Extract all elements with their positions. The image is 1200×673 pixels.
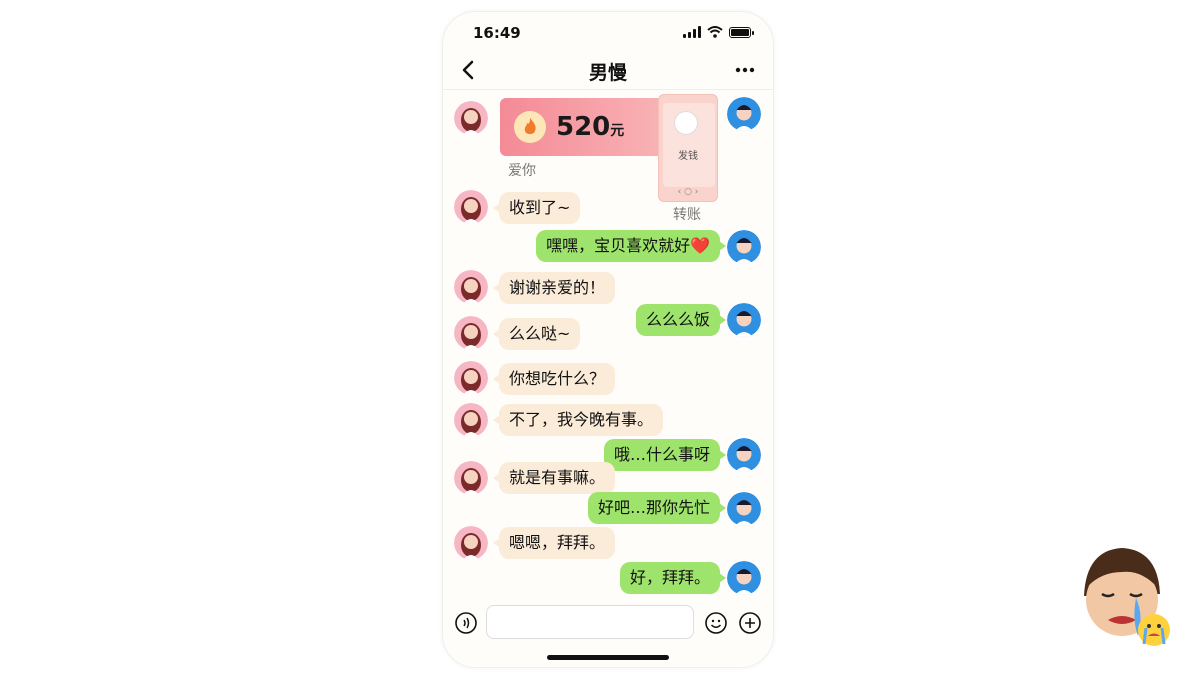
phone-nav-icons: ‹ ○ › xyxy=(677,187,699,197)
message-bubble[interactable]: 你想吃什么？ xyxy=(492,363,616,395)
transfer-caption: 转账 xyxy=(673,207,701,223)
plus-icon[interactable] xyxy=(739,612,761,634)
girl-avatar[interactable] xyxy=(454,316,488,350)
signal-icon xyxy=(683,26,701,38)
message-bubble[interactable]: 嗯嗯，拜拜。 xyxy=(492,527,616,559)
packet-caption: 爱你 xyxy=(508,163,536,179)
boy-avatar[interactable] xyxy=(727,303,761,337)
message-bubble[interactable]: 收到了~ xyxy=(492,192,581,224)
girl-avatar[interactable] xyxy=(454,270,488,304)
input-bar xyxy=(443,602,773,646)
red-packet-card[interactable]: 520元 xyxy=(500,98,680,156)
message-bubble[interactable]: 好，拜拜。 xyxy=(619,562,727,594)
boy-avatar[interactable] xyxy=(727,97,761,131)
boy-avatar[interactable] xyxy=(727,438,761,472)
chat-title: 男慢 xyxy=(588,62,627,84)
girl-avatar[interactable] xyxy=(454,403,488,437)
fire-icon xyxy=(514,111,546,143)
message-bubble[interactable]: 好吧…那你先忙 xyxy=(587,492,727,524)
status-bar: 16:49 xyxy=(443,22,773,46)
girl-avatar[interactable] xyxy=(454,461,488,495)
more-icon[interactable] xyxy=(733,58,757,82)
person-icon xyxy=(674,111,698,135)
phone-frame: 16:49 男慢 520元 爱你 发钱 ‹ ○ › 转账 收到了~ 嘿嘿，宝贝喜… xyxy=(443,12,773,667)
message-bubble[interactable]: 么么么饭 xyxy=(635,304,727,336)
wifi-icon xyxy=(707,26,723,38)
message-input[interactable] xyxy=(486,605,694,639)
voice-icon[interactable] xyxy=(455,612,477,634)
transfer-label: 发钱 xyxy=(678,151,698,162)
status-icons xyxy=(683,26,754,38)
boy-avatar[interactable] xyxy=(727,561,761,595)
message-bubble[interactable]: 不了，我今晚有事。 xyxy=(492,404,664,436)
home-indicator xyxy=(547,655,669,660)
message-bubble[interactable]: 嘿嘿，宝贝喜欢就好❤️ xyxy=(536,230,726,262)
transfer-card[interactable]: 发钱 ‹ ○ › xyxy=(658,94,718,202)
emoji-icon[interactable] xyxy=(705,612,727,634)
boy-avatar[interactable] xyxy=(727,230,761,264)
message-bubble[interactable]: 谢谢亲爱的！ xyxy=(492,272,616,304)
message-bubble[interactable]: 就是有事嘛。 xyxy=(492,462,616,494)
status-time: 16:49 xyxy=(473,24,521,42)
message-bubble[interactable]: 哦…什么事呀 xyxy=(603,439,727,471)
packet-unit: 元 xyxy=(610,123,625,139)
packet-amount: 520元 xyxy=(556,112,625,142)
girl-avatar[interactable] xyxy=(454,526,488,560)
girl-avatar[interactable] xyxy=(454,190,488,224)
crying-face-sticker xyxy=(1084,548,1170,646)
message-bubble[interactable]: 么么哒~ xyxy=(492,318,581,350)
girl-avatar[interactable] xyxy=(454,101,488,135)
boy-avatar[interactable] xyxy=(727,492,761,526)
battery-icon xyxy=(729,26,754,38)
nav-bar: 男慢 xyxy=(443,52,773,90)
girl-avatar[interactable] xyxy=(454,361,488,395)
